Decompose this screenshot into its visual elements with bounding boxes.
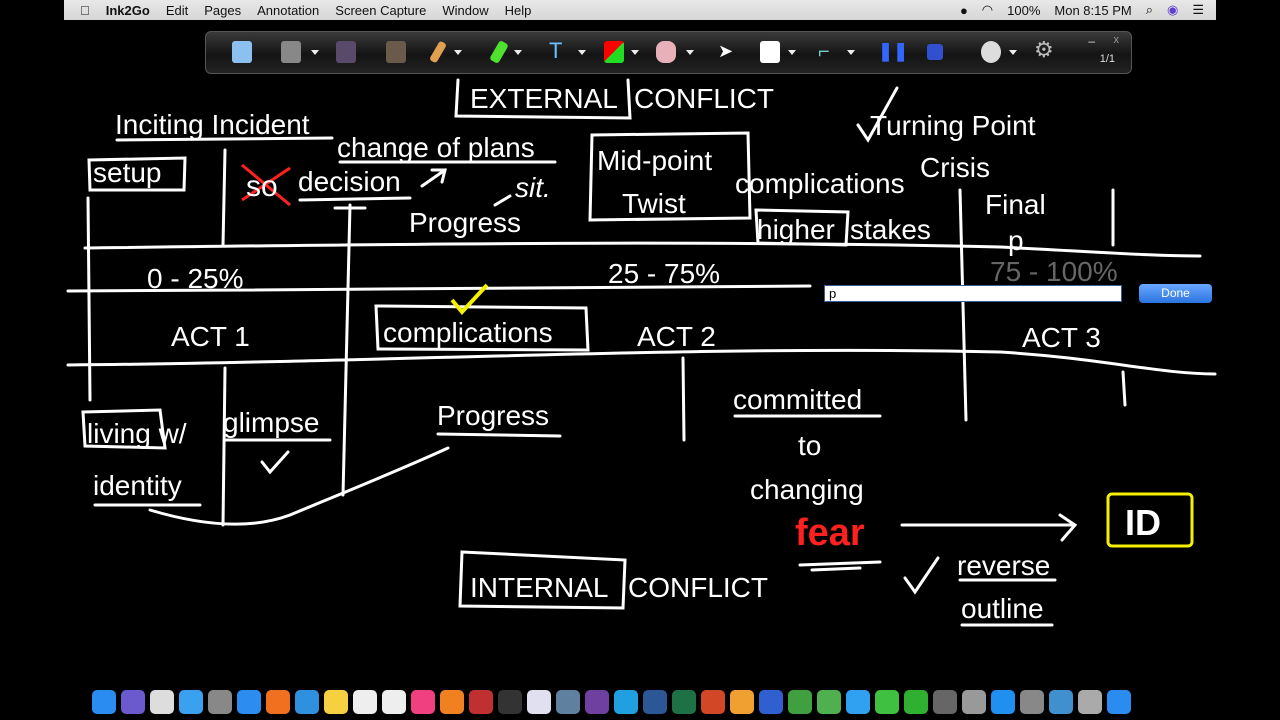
curve-bottom [148, 446, 450, 526]
dock-photos-icon[interactable] [556, 689, 580, 714]
text-complications-mid: complications [383, 317, 553, 348]
text-changing: changing [750, 474, 864, 505]
arrow-change [420, 168, 447, 188]
dock-file-merge-icon[interactable] [1049, 689, 1073, 714]
text-twist: Twist [622, 188, 686, 219]
vline-5 [958, 188, 968, 422]
text-complications-top: complications [735, 168, 905, 199]
check-reverse [903, 556, 940, 595]
dock-safari-icon[interactable] [266, 689, 290, 714]
text-pct-act3: 75 - 100% [990, 256, 1118, 287]
dock-stickies-icon[interactable] [382, 689, 406, 714]
vline-3 [341, 203, 352, 497]
dock-network-icon[interactable] [585, 689, 609, 714]
text-crisis: Crisis [920, 152, 990, 183]
text-crossed-so: so [246, 170, 278, 203]
text-reverse: reverse [957, 550, 1050, 581]
text-internal: INTERNAL [470, 572, 608, 603]
text-stakes: stakes [850, 214, 931, 245]
underline-progress [436, 432, 562, 438]
text-progress-bottom: Progress [437, 400, 549, 431]
done-button[interactable]: Done [1139, 284, 1212, 303]
dock-keynote-icon[interactable] [817, 689, 841, 714]
dock-ibooks-icon[interactable] [469, 689, 493, 714]
text-identity: identity [93, 470, 182, 501]
dock-word-icon[interactable] [701, 689, 725, 714]
dock-itunes-icon[interactable] [440, 689, 464, 714]
text-progress-top: Progress [409, 207, 521, 238]
text-internal-conflict: CONFLICT [628, 572, 768, 603]
line-top [83, 241, 1202, 258]
text-turning-point: Turning Point [870, 110, 1036, 141]
dock-numbers-icon[interactable] [846, 689, 870, 714]
text-final: Final [985, 189, 1046, 220]
dock-launchpad-icon[interactable] [150, 689, 174, 714]
dock-messages-icon[interactable] [904, 689, 928, 714]
dock-notes-icon[interactable] [353, 689, 377, 714]
text-fear: fear [795, 512, 865, 554]
dock-facetime-icon[interactable] [933, 689, 957, 714]
dock-trash-icon[interactable] [1107, 689, 1131, 714]
text-pct-act1: 0 - 25% [147, 263, 244, 294]
dock-preview-icon[interactable] [324, 689, 348, 714]
dock-calendar-icon[interactable] [179, 689, 203, 714]
dock-kindle-icon[interactable] [527, 689, 551, 714]
dock [64, 683, 1216, 720]
underline-fear [798, 560, 882, 572]
line-bottom [66, 348, 1217, 376]
text-act1: ACT 1 [171, 321, 250, 352]
dock-scrobbles-icon[interactable] [498, 689, 522, 714]
dock-finder-icon[interactable] [92, 689, 116, 714]
text-glimpse: glimpse [223, 407, 319, 438]
dock-textedit-icon[interactable] [411, 689, 435, 714]
text-setup: setup [93, 157, 162, 188]
dock-skype-icon[interactable] [672, 689, 696, 714]
text-decision: decision [298, 166, 401, 197]
text-act3: ACT 3 [1022, 322, 1101, 353]
check-glimpse [260, 450, 290, 475]
text-inciting-incident: Inciting Incident [115, 109, 310, 140]
text-sit: sit. [515, 172, 551, 203]
vline-1 [86, 196, 92, 402]
text-external: EXTERNAL [470, 83, 618, 114]
text-midpoint: Mid-point [597, 145, 712, 176]
dock-activity-monitor-icon[interactable] [962, 689, 986, 714]
sit-mark [493, 194, 512, 207]
dock-app-store-2-icon[interactable] [1020, 689, 1044, 714]
text-change-of-plans: change of plans [337, 132, 535, 163]
text-id: ID [1125, 502, 1161, 543]
dock-downloads-icon[interactable] [1078, 689, 1102, 714]
dock-imovie-icon[interactable] [614, 689, 638, 714]
whiteboard-canvas[interactable]: EXTERNAL CONFLICT Inciting Incident chan… [0, 0, 1280, 720]
text-act2: ACT 2 [637, 321, 716, 352]
arrow-fear-id [900, 513, 1078, 542]
text-outline: outline [961, 593, 1044, 624]
vline-4 [681, 356, 686, 442]
dock-disk-utility-icon[interactable] [991, 689, 1015, 714]
text-entry-field[interactable]: p [824, 285, 1122, 302]
dock-firefox-icon[interactable] [295, 689, 319, 714]
text-external-conflict: CONFLICT [634, 83, 774, 114]
text-living-w: living w/ [87, 418, 187, 449]
underline-decision [298, 196, 412, 210]
dock-system-prefs-icon[interactable] [237, 689, 261, 714]
text-pct-act2: 25 - 75% [608, 258, 720, 289]
dock-app-store-icon[interactable] [208, 689, 232, 714]
dock-mosaic-icon[interactable] [643, 689, 667, 714]
dock-pages-icon[interactable] [788, 689, 812, 714]
text-committed: committed [733, 384, 862, 415]
dock-siri-icon[interactable] [121, 689, 145, 714]
text-p: p [1008, 225, 1024, 256]
dock-excel-icon[interactable] [730, 689, 754, 714]
text-higher: higher [757, 214, 835, 245]
dock-maps-icon[interactable] [875, 689, 899, 714]
text-to: to [798, 430, 821, 461]
dock-powerpoint-icon[interactable] [759, 689, 783, 714]
